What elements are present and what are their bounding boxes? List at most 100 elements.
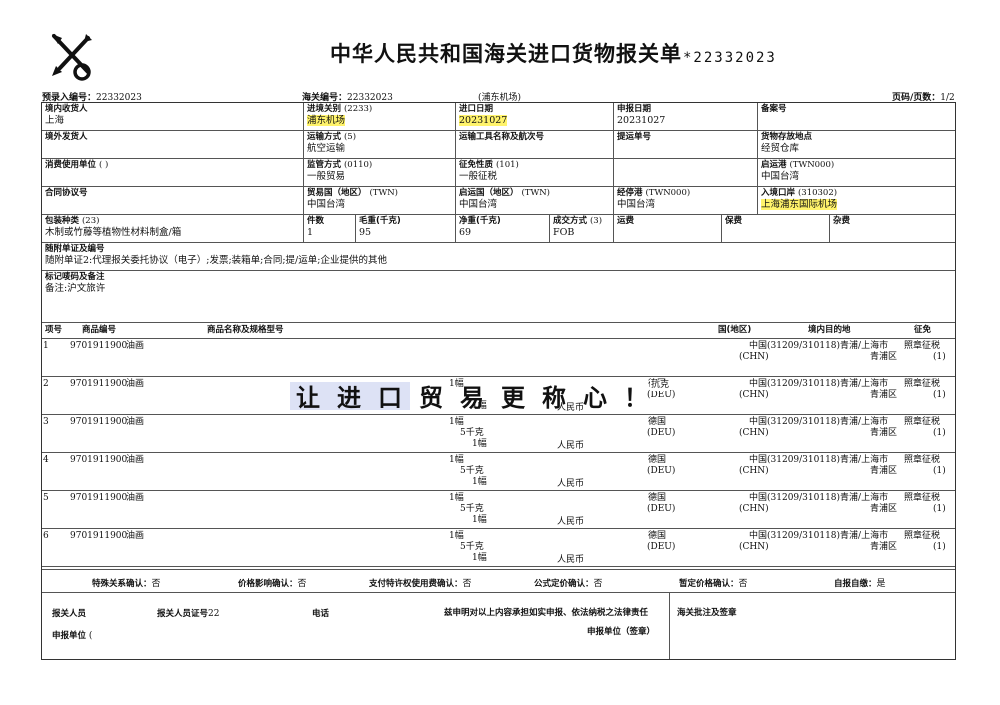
item-levy-code: (1) — [933, 504, 946, 514]
supervision-cell: 监管方式 (0110) 一般贸易 — [304, 159, 456, 187]
record-no-cell: 备案号 — [758, 103, 955, 131]
item-code: 9701911900 — [70, 379, 128, 389]
legal-statement: 兹申明对以上内容承担如实申报、依法纳税之法律责任 — [444, 608, 649, 618]
item-levy: 照章征税 — [904, 417, 941, 427]
item-dest-district: 青浦区 — [870, 542, 898, 552]
item-name: 油画 — [126, 531, 145, 541]
item-currency: 人民币 — [557, 555, 585, 565]
item-qty2: 5千克 — [460, 428, 484, 438]
item-origin-code: (DEU) — [647, 466, 676, 476]
item-dest-country-code: (CHN) — [739, 542, 769, 552]
item-name: 油画 — [126, 417, 145, 427]
header-item-code: 商品编号 — [82, 325, 117, 335]
item-levy: 照章征税 — [904, 493, 941, 503]
import-date-cell: 进口日期 20231027 — [456, 103, 614, 131]
item-code: 9701911900 — [70, 417, 128, 427]
declarant-label: 报关人员 — [52, 609, 87, 619]
item-dest-district: 青浦区 — [870, 428, 898, 438]
item-qty2: 5千克 — [460, 504, 484, 514]
consumer-cell: 消费使用单位 ( ) — [42, 159, 304, 187]
pieces-cell: 件数 1 — [304, 215, 356, 243]
item-no: 1 — [43, 341, 49, 351]
insurance-cell: 保费 — [722, 215, 830, 243]
item-destination: (31209/310118)青浦/上海市 — [767, 341, 889, 351]
item-destination: (31209/310118)青浦/上海市 — [767, 379, 889, 389]
item-origin: 德国 — [648, 455, 667, 465]
item-no: 5 — [43, 493, 49, 503]
deal-mode-cell: 成交方式 (3) FOB — [550, 215, 614, 243]
item-origin: 德国 — [648, 417, 667, 427]
item-origin: 德国 — [648, 531, 667, 541]
storage-cell: 货物存放地点 经贸仓库 — [758, 131, 955, 159]
form-number: *22332023 — [683, 50, 777, 66]
blank-cell-r3 — [614, 159, 758, 187]
item-qty1: 1幅 — [449, 531, 464, 541]
misc-fee-cell: 杂费 — [830, 215, 955, 243]
item-qty3: 1幅 — [472, 553, 487, 563]
item-levy: 照章征税 — [904, 531, 941, 541]
item-qty3: 1幅 — [472, 515, 487, 525]
item-destination: (31209/310118)青浦/上海市 — [767, 455, 889, 465]
item-no: 4 — [43, 455, 49, 465]
item-destination: (31209/310118)青浦/上海市 — [767, 493, 889, 503]
declare-date-cell: 申报日期 20231027 — [614, 103, 758, 131]
gross-weight-cell: 毛重(千克) 95 — [356, 215, 456, 243]
item-origin-code: (DEU) — [647, 542, 676, 552]
item-code: 9701911900 — [70, 341, 128, 351]
item-currency: 人民币 — [557, 479, 585, 489]
consignee-cell: 境内收货人 上海 — [42, 103, 304, 131]
header-country: 国(地区) — [718, 325, 752, 335]
item-dest-district: 青浦区 — [870, 390, 898, 400]
item-origin: 德国 — [648, 493, 667, 503]
item-name: 油画 — [126, 379, 145, 389]
item-dest-country: 中国 — [749, 531, 768, 541]
item-code: 9701911900 — [70, 493, 128, 503]
slogan-banner: 让进口贸易更称心！ — [296, 384, 665, 412]
item-no: 6 — [43, 531, 49, 541]
item-origin-code: (DEU) — [647, 504, 676, 514]
item-dest-district: 青浦区 — [870, 352, 898, 362]
transport-tool-cell: 运输工具名称及航次号 — [456, 131, 614, 159]
item-qty2: 5千克 — [460, 542, 484, 552]
stop-port-cell: 经停港 (TWN000) 中国台湾 — [614, 187, 758, 215]
declarant-cert: 报关人员证号22 — [157, 609, 220, 619]
item-levy-code: (1) — [933, 542, 946, 552]
entry-customs-cell: 进境关别 (2233) 浦东机场 — [304, 103, 456, 131]
item-name: 油画 — [126, 493, 145, 503]
header-item-no: 项号 — [45, 325, 63, 335]
table-row: 3 9701911900 油画 1幅 5千克 1幅 人民币 德国 (DEU) 中国 (CHN) (31… — [42, 415, 955, 453]
header-item-name: 商品名称及规格型号 — [207, 325, 284, 335]
item-code: 9701911900 — [70, 531, 128, 541]
item-currency: 人民币 — [557, 441, 585, 451]
item-levy: 照章征税 — [904, 341, 941, 351]
item-dest-country: 中国 — [749, 341, 768, 351]
item-qty2: 5千克 — [460, 466, 484, 476]
item-dest-country: 中国 — [749, 379, 768, 389]
slogan-obscured-text: 抗克 — [650, 380, 671, 391]
item-qty3: 1幅 — [472, 477, 487, 487]
item-currency: 人民币 — [557, 517, 585, 527]
customs-emblem-icon — [52, 34, 92, 81]
declare-unit-sign: 申报单位（签章） — [587, 627, 656, 637]
item-levy-code: (1) — [933, 390, 946, 400]
phone-label: 电话 — [312, 609, 330, 619]
form-title: 中华人民共和国海关进口货物报关单 — [330, 42, 682, 66]
item-dest-country: 中国 — [749, 455, 768, 465]
item-dest-country: 中国 — [749, 493, 768, 503]
item-dest-country-code: (CHN) — [739, 466, 769, 476]
customs-approval-label: 海关批注及签章 — [677, 608, 737, 618]
net-weight-cell: 净重(千克) 69 — [456, 215, 550, 243]
item-qty3: 1幅 — [472, 439, 487, 449]
table-row: 6 9701911900 油画 1幅 5千克 1幅 人民币 德国 (DEU) 中国 (CHN) (31… — [42, 529, 955, 567]
item-levy: 照章征税 — [904, 379, 941, 389]
declare-unit: 申报单位 ( — [52, 631, 93, 641]
item-levy-code: (1) — [933, 466, 946, 476]
item-no: 3 — [43, 417, 49, 427]
attached-docs-cell: 随附单证及编号 随附单证2:代理报关委托协议（电子）;发票;装箱单;合同;提/运… — [42, 243, 955, 271]
item-levy-code: (1) — [933, 428, 946, 438]
table-row: 1 9701911900 油画 中国 (CHN) (31209/310118)青浦/上海市… — [42, 339, 955, 377]
marks-remarks-cell: 标记唛码及备注 备注:沪文旅许 — [42, 271, 955, 323]
item-dest-district: 青浦区 — [870, 504, 898, 514]
item-qty1: 1幅 — [449, 417, 464, 427]
depart-port-cell: 启运港 (TWN000) 中国台湾 — [758, 159, 955, 187]
